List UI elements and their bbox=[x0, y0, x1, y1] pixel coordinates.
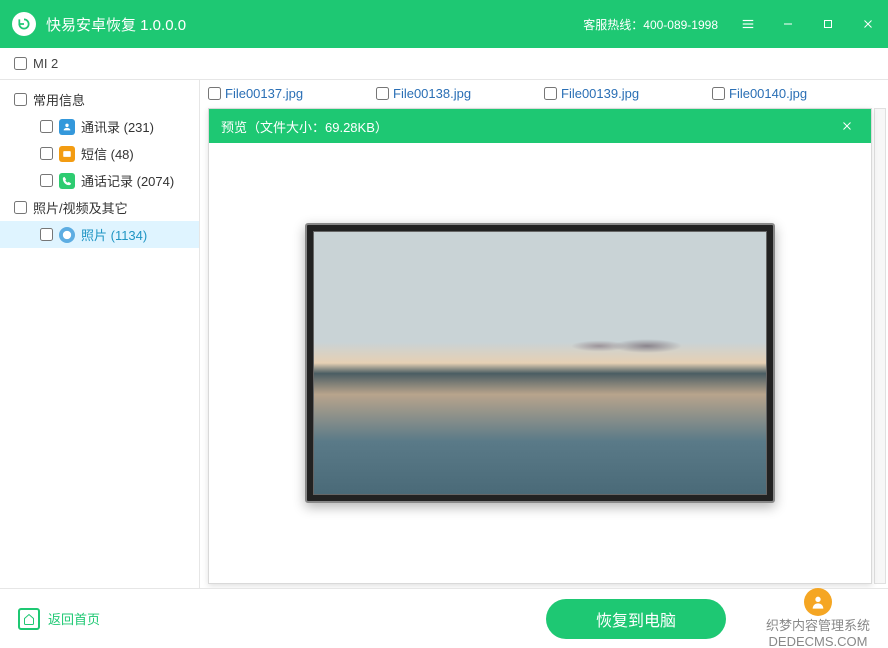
file-checkbox[interactable] bbox=[712, 87, 725, 100]
sidebar-item-photos[interactable]: 照片 (1134) bbox=[0, 221, 199, 248]
close-icon bbox=[862, 18, 874, 30]
sidebar-group-label: 常用信息 bbox=[33, 90, 85, 109]
preview-header: 预览（文件大小：69.28KB） bbox=[209, 109, 871, 143]
device-bar: MI 2 bbox=[0, 48, 888, 80]
main-panel: File00137.jpg File00138.jpg File00139.jp… bbox=[200, 80, 888, 588]
file-name: File00137.jpg bbox=[225, 86, 303, 101]
maximize-button[interactable] bbox=[808, 0, 848, 48]
menu-icon bbox=[741, 17, 755, 31]
brand-badge: 织梦内容管理系统 DEDECMS.COM bbox=[766, 588, 870, 648]
minimize-button[interactable] bbox=[768, 0, 808, 48]
group-checkbox[interactable] bbox=[14, 201, 27, 214]
file-name: File00139.jpg bbox=[561, 86, 639, 101]
device-name: MI 2 bbox=[33, 56, 58, 71]
group-checkbox[interactable] bbox=[14, 93, 27, 106]
app-title: 快易安卓恢复 1.0.0.0 bbox=[46, 14, 186, 35]
file-cell[interactable]: File00138.jpg bbox=[376, 86, 544, 101]
brand-line2: DEDECMS.COM bbox=[769, 634, 868, 648]
sidebar-group-common[interactable]: 常用信息 bbox=[0, 86, 199, 113]
sidebar: 常用信息 通讯录 (231) 短信 (48) bbox=[0, 80, 200, 588]
sidebar-item-sms[interactable]: 短信 (48) bbox=[0, 140, 199, 167]
titlebar: 快易安卓恢复 1.0.0.0 客服热线：400-089-1998 bbox=[0, 0, 888, 48]
file-cell[interactable]: File00139.jpg bbox=[544, 86, 712, 101]
recover-button[interactable]: 恢复到电脑 bbox=[546, 599, 726, 639]
preview-close-button[interactable] bbox=[835, 114, 859, 138]
preview-title: 预览（文件大小：69.28KB） bbox=[221, 117, 388, 136]
brand-line1: 织梦内容管理系统 bbox=[766, 618, 870, 634]
item-checkbox[interactable] bbox=[40, 228, 53, 241]
sidebar-item-contacts[interactable]: 通讯录 (231) bbox=[0, 113, 199, 140]
file-name: File00138.jpg bbox=[393, 86, 471, 101]
contacts-icon bbox=[59, 119, 75, 135]
preview-image-frame bbox=[305, 223, 775, 503]
close-button[interactable] bbox=[848, 0, 888, 48]
sidebar-item-label: 短信 (48) bbox=[81, 144, 134, 163]
file-name: File00140.jpg bbox=[729, 86, 807, 101]
sidebar-item-label: 通讯录 (231) bbox=[81, 117, 154, 136]
close-icon bbox=[841, 120, 853, 132]
photos-icon bbox=[59, 227, 75, 243]
sidebar-item-label: 通话记录 (2074) bbox=[81, 171, 174, 190]
item-checkbox[interactable] bbox=[40, 147, 53, 160]
device-checkbox[interactable] bbox=[14, 57, 27, 70]
sidebar-item-label: 照片 (1134) bbox=[81, 225, 147, 244]
file-checkbox[interactable] bbox=[376, 87, 389, 100]
sms-icon bbox=[59, 146, 75, 162]
minimize-icon bbox=[782, 18, 794, 30]
sidebar-group-label: 照片/视频及其它 bbox=[33, 198, 128, 217]
preview-modal: 预览（文件大小：69.28KB） bbox=[208, 108, 872, 584]
preview-body bbox=[209, 143, 871, 583]
scrollbar[interactable] bbox=[874, 108, 886, 584]
file-cell[interactable]: File00137.jpg bbox=[208, 86, 376, 101]
item-checkbox[interactable] bbox=[40, 120, 53, 133]
file-checkbox[interactable] bbox=[208, 87, 221, 100]
file-header-row: File00137.jpg File00138.jpg File00139.jp… bbox=[200, 80, 888, 107]
file-cell[interactable]: File00140.jpg bbox=[712, 86, 880, 101]
footer: 返回首页 恢复到电脑 织梦内容管理系统 DEDECMS.COM bbox=[0, 588, 888, 648]
back-home-button[interactable]: 返回首页 bbox=[18, 608, 100, 630]
back-home-label: 返回首页 bbox=[48, 609, 100, 628]
sidebar-group-media[interactable]: 照片/视频及其它 bbox=[0, 194, 199, 221]
file-checkbox[interactable] bbox=[544, 87, 557, 100]
maximize-icon bbox=[822, 18, 834, 30]
item-checkbox[interactable] bbox=[40, 174, 53, 187]
calls-icon bbox=[59, 173, 75, 189]
app-logo bbox=[12, 12, 36, 36]
home-icon bbox=[18, 608, 40, 630]
sidebar-item-calls[interactable]: 通话记录 (2074) bbox=[0, 167, 199, 194]
hotline-label: 客服热线：400-089-1998 bbox=[583, 16, 718, 33]
brand-avatar-icon bbox=[804, 588, 832, 616]
menu-button[interactable] bbox=[728, 0, 768, 48]
preview-image bbox=[314, 232, 766, 494]
